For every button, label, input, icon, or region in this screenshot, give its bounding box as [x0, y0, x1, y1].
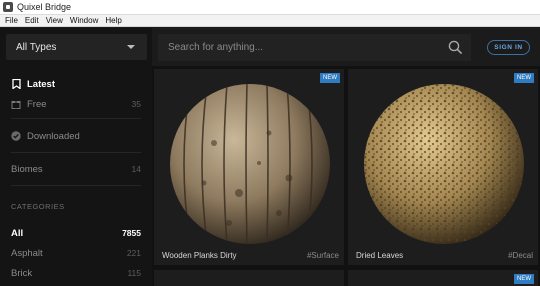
asset-grid: NEW Wooden Planks Dirty #Surface NEW Dri…: [152, 66, 540, 286]
menu-view[interactable]: View: [46, 16, 63, 25]
categories-heading: CATEGORIES: [11, 202, 65, 211]
search-input[interactable]: [168, 42, 438, 53]
asset-thumbnail: [364, 84, 524, 244]
gift-icon: [11, 99, 21, 109]
menu-window[interactable]: Window: [70, 16, 98, 25]
category-item-brick[interactable]: Brick 115: [11, 266, 141, 280]
sidebar-item-label: Biomes: [11, 163, 43, 175]
sidebar-item-downloaded[interactable]: Downloaded: [11, 128, 141, 144]
asset-name: Dried Leaves: [356, 251, 404, 260]
asset-thumbnail: [170, 84, 330, 244]
app-icon: [3, 2, 13, 12]
asset-tag: #Decal: [508, 251, 533, 260]
search-bar: [158, 34, 471, 61]
asset-type-dropdown[interactable]: All Types: [6, 34, 147, 60]
asset-card[interactable]: [154, 270, 344, 286]
category-count: 115: [127, 268, 141, 278]
check-circle-icon: [11, 131, 21, 141]
category-count: 7855: [122, 228, 141, 238]
chevron-down-icon: [127, 45, 135, 49]
sidebar-item-free[interactable]: Free 35: [11, 96, 141, 112]
menu-bar: File Edit View Window Help: [0, 15, 540, 27]
new-badge: NEW: [320, 73, 340, 83]
category-item-asphalt[interactable]: Asphalt 221: [11, 246, 141, 260]
category-item-all[interactable]: All 7855: [11, 226, 141, 240]
sidebar-item-count: 14: [131, 164, 141, 174]
sign-in-button[interactable]: SIGN IN: [487, 40, 530, 55]
sidebar-item-biomes[interactable]: Biomes 14: [11, 161, 141, 177]
category-label: Brick: [11, 267, 33, 279]
asset-name: Wooden Planks Dirty: [162, 251, 237, 260]
category-label: All: [11, 227, 24, 239]
search-icon[interactable]: [448, 40, 463, 55]
asset-card-dried-leaves[interactable]: NEW Dried Leaves #Decal: [348, 69, 538, 265]
asset-card-wooden-planks[interactable]: NEW Wooden Planks Dirty #Surface: [154, 69, 344, 265]
sidebar-item-label: Free: [27, 98, 47, 110]
sidebar-item-latest[interactable]: Latest: [11, 76, 141, 92]
divider: [11, 152, 141, 153]
new-badge: NEW: [514, 274, 534, 284]
sidebar-item-label: Latest: [27, 78, 55, 90]
sign-in-label: SIGN IN: [494, 44, 523, 51]
divider: [11, 118, 141, 119]
window-title: Quixel Bridge: [17, 2, 72, 12]
menu-file[interactable]: File: [5, 16, 18, 25]
bookmark-icon: [11, 79, 21, 89]
title-bar: Quixel Bridge: [0, 0, 540, 15]
new-badge: NEW: [514, 73, 534, 83]
asset-card[interactable]: NEW: [348, 270, 538, 286]
category-count: 221: [126, 248, 141, 258]
sidebar-item-label: Downloaded: [27, 130, 80, 142]
sidebar: All Types Latest Free 35 Downloaded Biom…: [0, 28, 152, 286]
category-label: Asphalt: [11, 247, 43, 259]
asset-type-value: All Types: [16, 41, 57, 53]
menu-help[interactable]: Help: [105, 16, 121, 25]
asset-tag: #Surface: [306, 251, 339, 260]
menu-edit[interactable]: Edit: [25, 16, 39, 25]
sidebar-item-count: 35: [131, 99, 141, 109]
divider: [11, 185, 141, 186]
